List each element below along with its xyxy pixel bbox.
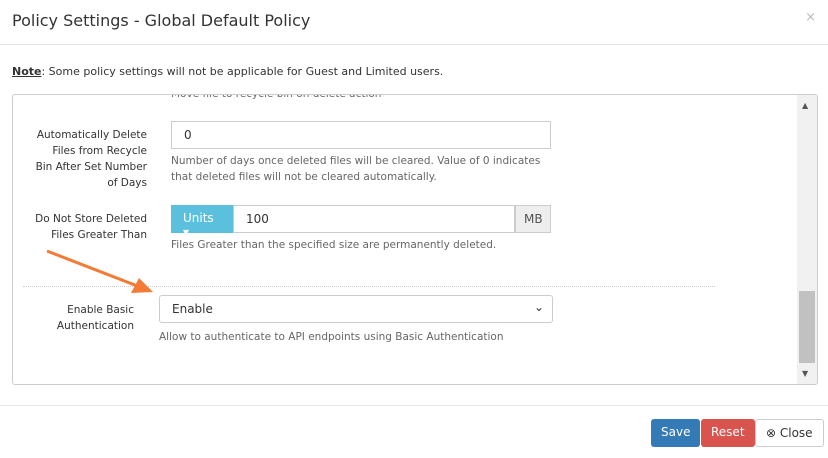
reset-button[interactable]: Reset xyxy=(701,419,755,447)
close-circle-icon: ⊗ xyxy=(766,426,780,440)
save-button[interactable]: Save xyxy=(651,419,701,447)
arrow-annotation-icon xyxy=(46,249,153,293)
close-button[interactable]: ⊗ Close xyxy=(755,419,824,447)
divider xyxy=(0,405,828,406)
close-label: Close xyxy=(779,426,813,440)
